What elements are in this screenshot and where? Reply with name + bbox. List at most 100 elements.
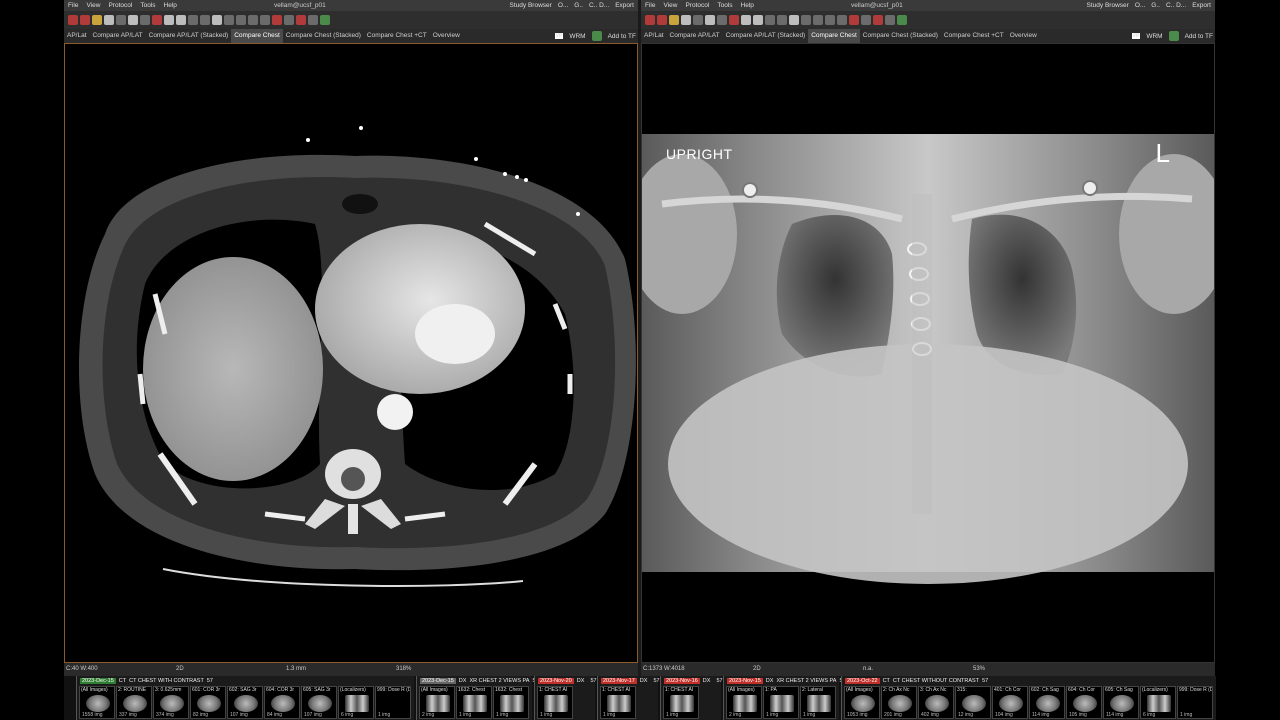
tf-icon[interactable] — [591, 31, 602, 41]
roi-icon[interactable] — [813, 15, 823, 25]
page-icon[interactable] — [681, 15, 691, 25]
link-icon[interactable] — [873, 15, 883, 25]
arrow-icon[interactable] — [825, 15, 835, 25]
series-thumbnail[interactable]: 602: SAG 3r 107 img — [227, 686, 263, 719]
study-header[interactable]: 2023-Dec-15 CT CT CHEST WITH CONTRAST 57 — [77, 677, 213, 685]
series-thumbnail[interactable]: 605: SAG 3r 107 img — [301, 686, 337, 719]
tab-compare-chest-ct[interactable]: Compare Chest +CT — [364, 29, 430, 43]
series-thumbnail[interactable]: 999: Dose R (DoseRepor 1 img — [375, 686, 411, 719]
angle-icon[interactable] — [224, 15, 234, 25]
invert-icon[interactable] — [765, 15, 775, 25]
study-header[interactable]: 2023-Nov-16 DX 57 — [661, 677, 723, 685]
menu-view[interactable]: View — [659, 0, 681, 11]
zoom-select[interactable]: 53% — [973, 663, 985, 676]
series-thumbnail[interactable]: 2: Lateral 1 img — [800, 686, 836, 719]
series-thumbnail[interactable]: 2: ROUTINE 337 img — [116, 686, 152, 719]
pan-icon[interactable] — [164, 15, 174, 25]
ruler-icon[interactable] — [789, 15, 799, 25]
roi-icon[interactable] — [236, 15, 246, 25]
study-header[interactable]: 2023-Nov-15DXXR CHEST 2 VIEWS PA57 — [724, 677, 846, 685]
tf-icon[interactable] — [1168, 31, 1179, 41]
folder-icon[interactable] — [92, 15, 102, 25]
series-thumbnail[interactable]: 1: CHEST AI 1 img — [537, 686, 573, 719]
series-thumbnail[interactable]: 999: Dose R (DoseRepor 1 img — [1177, 686, 1213, 719]
mode-select[interactable]: 2D — [176, 663, 184, 676]
add-to-tf-button[interactable]: Add to TF — [1185, 33, 1213, 40]
menu-g[interactable]: G.. — [574, 0, 583, 11]
pointer-icon[interactable] — [705, 15, 715, 25]
series-thumbnail[interactable]: 3: 0.625mm 374 img — [153, 686, 189, 719]
series-thumbnail[interactable]: (All Images) 1558 img — [79, 686, 115, 719]
series-thumbnail[interactable]: 1632: Chest 1 img — [493, 686, 529, 719]
menu-view[interactable]: View — [82, 0, 104, 11]
crosshair-icon[interactable] — [885, 15, 895, 25]
angle-icon[interactable] — [801, 15, 811, 25]
wrm-button[interactable]: WRM — [1146, 33, 1162, 40]
reset-icon[interactable] — [849, 15, 859, 25]
series-thumbnail[interactable]: (Localizers) 6 img — [338, 686, 374, 719]
series-thumbnail[interactable]: (All Images) 2 img — [419, 686, 455, 719]
invert-icon[interactable] — [188, 15, 198, 25]
tab-compare-ap-lat-stacked[interactable]: Compare AP/LAT (Stacked) — [146, 29, 232, 43]
menu-o[interactable]: O... — [1135, 0, 1145, 11]
close-study-icon[interactable] — [68, 15, 78, 25]
print-icon[interactable] — [80, 15, 90, 25]
menu-protocol[interactable]: Protocol — [681, 0, 713, 11]
thickness-select[interactable]: n.a. — [863, 663, 873, 676]
series-thumbnail[interactable]: 601: COR 3r 82 img — [190, 686, 226, 719]
cine-icon[interactable] — [284, 15, 294, 25]
series-thumbnail[interactable]: (Localizers) 6 img — [1140, 686, 1176, 719]
series-thumbnail[interactable]: (All Images) 1053 img — [844, 686, 880, 719]
window-level-icon[interactable] — [176, 15, 186, 25]
scroll-icon[interactable] — [140, 15, 150, 25]
study-header[interactable]: 2023-Oct-22 CT CT CHEST WITHOUT CONTRAST 57 — [842, 677, 988, 685]
mode-select[interactable]: 2D — [753, 663, 761, 676]
series-thumbnail[interactable]: 3: Ch Ax Nc 402 img — [918, 686, 954, 719]
text-icon[interactable] — [260, 15, 270, 25]
tab-compare-ap-lat-stacked[interactable]: Compare AP/LAT (Stacked) — [723, 29, 809, 43]
series-thumbnail[interactable]: 315: 12 img — [955, 686, 991, 719]
series-thumbnail[interactable]: 401: Ch Cor 104 img — [992, 686, 1028, 719]
arrow-icon[interactable] — [248, 15, 258, 25]
tab-compare-ap-lat[interactable]: Compare AP/LAT — [667, 29, 723, 43]
tab-compare-chest[interactable]: Compare Chest — [231, 29, 283, 43]
series-thumbnail[interactable]: 1: CHEST AI 1 img — [600, 686, 636, 719]
study-header[interactable]: 2023-Nov-20 DX 57 — [535, 677, 597, 685]
page-icon[interactable] — [104, 15, 114, 25]
menu-tools[interactable]: Tools — [136, 0, 159, 11]
menu-protocol[interactable]: Protocol — [104, 0, 136, 11]
thickness-select[interactable]: 1.3 mm — [286, 663, 306, 676]
menu-cd[interactable]: C.. D... — [589, 0, 609, 11]
magnify-icon[interactable] — [152, 15, 162, 25]
pan-icon[interactable] — [741, 15, 751, 25]
series-thumbnail[interactable]: 1632: Chest 1 img — [456, 686, 492, 719]
export-button[interactable]: Export — [615, 0, 634, 11]
zoom-select[interactable]: 318% — [396, 663, 411, 676]
tab-compare-ap-lat[interactable]: Compare AP/LAT — [90, 29, 146, 43]
text-icon[interactable] — [837, 15, 847, 25]
menu-g[interactable]: G.. — [1151, 0, 1160, 11]
layout-icon[interactable] — [777, 15, 787, 25]
series-thumbnail[interactable]: 1: CHEST AI 1 img — [663, 686, 699, 719]
menu-tools[interactable]: Tools — [713, 0, 736, 11]
series-thumbnail[interactable]: (All Images) 2 img — [726, 686, 762, 719]
series-thumbnail[interactable]: 605: Ch Sag 114 img — [1103, 686, 1139, 719]
study-browser-button[interactable]: Study Browser — [510, 0, 552, 11]
menu-file[interactable]: File — [64, 0, 82, 11]
series-thumbnail[interactable]: 604: Ch Cor 105 img — [1066, 686, 1102, 719]
series-thumbnail[interactable]: 602: Ch Sag 114 img — [1029, 686, 1065, 719]
keyimage-icon[interactable] — [320, 15, 330, 25]
study-header[interactable]: 2023-Nov-17 DX 57 — [598, 677, 660, 685]
xr-image-viewport[interactable]: UPRIGHT L — [641, 43, 1215, 663]
scroll-icon[interactable] — [717, 15, 727, 25]
link-icon[interactable] — [296, 15, 306, 25]
keyimage-icon[interactable] — [897, 15, 907, 25]
tab-overview[interactable]: Overview — [1007, 29, 1040, 43]
pointer-icon[interactable] — [128, 15, 138, 25]
menu-cd[interactable]: C.. D... — [1166, 0, 1186, 11]
crosshair-icon[interactable] — [308, 15, 318, 25]
wrm-button[interactable]: WRM — [569, 33, 585, 40]
tab-overview[interactable]: Overview — [430, 29, 463, 43]
magnify-icon[interactable] — [729, 15, 739, 25]
grid-icon[interactable] — [116, 15, 126, 25]
